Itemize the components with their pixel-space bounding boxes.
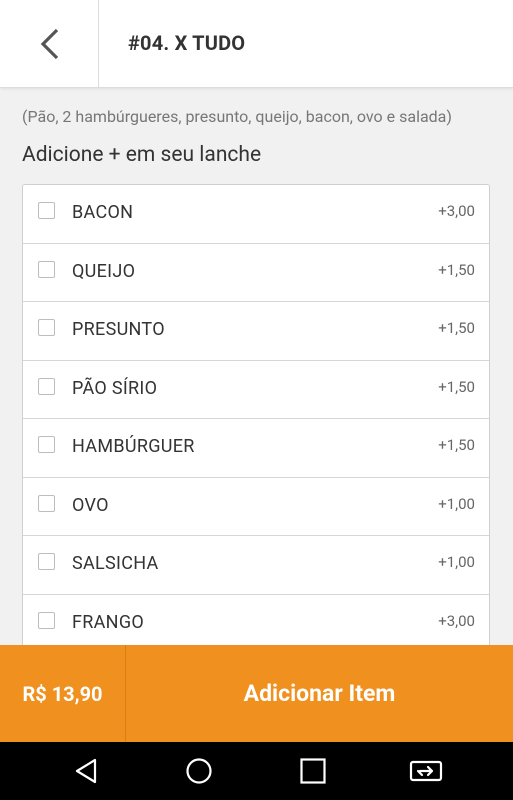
total-price: R$ 13,90	[0, 645, 126, 742]
extra-option-presunto[interactable]: PRESUNTO +1,50	[23, 302, 489, 361]
extra-option-hamburguer[interactable]: HAMBÚRGUER +1,50	[23, 419, 489, 478]
extra-label: PÃO SÍRIO	[72, 377, 158, 399]
extra-option-ovo[interactable]: OVO +1,00	[23, 478, 489, 536]
extra-price: +1,50	[438, 319, 475, 337]
home-circle-icon	[186, 758, 212, 784]
page-title: #04. X TUDO	[128, 31, 246, 55]
nav-back-button[interactable]	[47, 742, 127, 800]
extra-label: HAMBÚRGUER	[72, 436, 195, 457]
extra-option-bacon[interactable]: BACON +3,00	[23, 185, 489, 244]
extra-price: +1,50	[438, 260, 475, 279]
extra-label: OVO	[72, 494, 109, 516]
extra-checkbox[interactable]	[38, 553, 55, 570]
extras-heading: Adicione + em seu lanche	[22, 143, 262, 167]
order-footer: R$ 13,90 Adicionar Item	[0, 645, 513, 742]
extra-checkbox[interactable]	[38, 436, 55, 453]
extra-label: BACON	[72, 202, 134, 223]
nav-recents-button[interactable]	[273, 742, 353, 800]
extra-label: PRESUNTO	[72, 319, 165, 340]
extra-checkbox[interactable]	[38, 319, 55, 336]
add-item-button[interactable]: Adicionar Item	[126, 645, 513, 742]
extra-option-salsicha[interactable]: SALSICHA +1,00	[23, 536, 489, 595]
screen-cast-icon	[409, 760, 443, 782]
extra-option-pao-sirio[interactable]: PÃO SÍRIO +1,50	[23, 361, 489, 419]
nav-home-button[interactable]	[159, 742, 239, 800]
extra-label: SALSICHA	[72, 553, 159, 574]
extra-checkbox[interactable]	[38, 611, 55, 629]
extras-list: BACON +3,00 QUEIJO +1,50 PRESUNTO +1,50 …	[22, 184, 490, 654]
recents-square-icon	[300, 758, 326, 784]
extra-price: +1,00	[438, 494, 475, 513]
extra-option-queijo[interactable]: QUEIJO +1,50	[23, 244, 489, 302]
chevron-left-icon	[40, 28, 59, 59]
extra-label: QUEIJO	[72, 260, 136, 282]
app-header: #04. X TUDO	[0, 0, 513, 88]
extra-price: +1,00	[438, 553, 475, 571]
extra-label: FRANGO	[72, 611, 145, 633]
extra-checkbox[interactable]	[38, 494, 55, 512]
item-description: (Pão, 2 hambúrgueres, presunto, queijo, …	[22, 107, 452, 126]
back-button[interactable]	[0, 0, 99, 87]
extra-checkbox[interactable]	[38, 202, 55, 219]
android-nav-bar	[0, 742, 513, 800]
extra-price: +1,50	[438, 377, 475, 396]
extra-price: +3,00	[438, 611, 475, 630]
back-triangle-icon	[75, 758, 97, 784]
extra-price: +1,50	[438, 436, 475, 454]
extra-checkbox[interactable]	[38, 377, 55, 395]
extra-checkbox[interactable]	[38, 260, 55, 278]
nav-cast-button[interactable]	[386, 742, 466, 800]
extra-price: +3,00	[438, 202, 475, 220]
